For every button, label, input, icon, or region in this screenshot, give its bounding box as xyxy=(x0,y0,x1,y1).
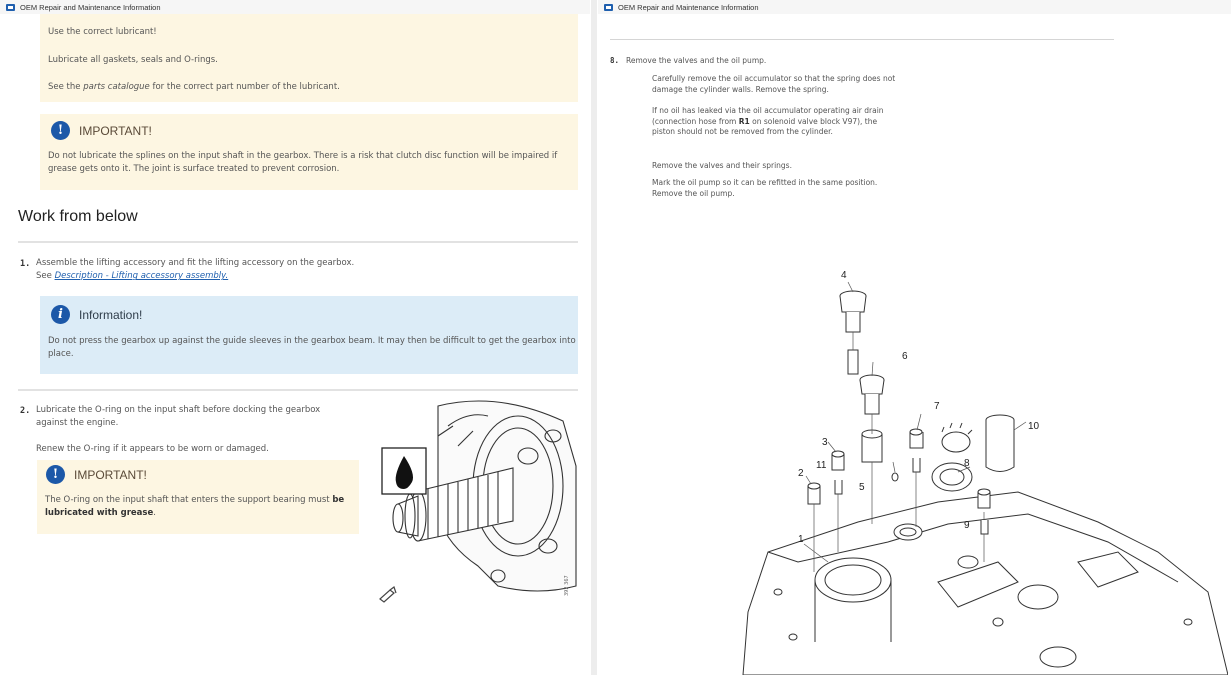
step-divider xyxy=(610,39,1114,40)
callout-8: 8 xyxy=(964,458,970,469)
right-titlebar: OEM Repair and Maintenance Information xyxy=(598,0,1231,14)
step-1-number: 1. xyxy=(20,259,31,269)
information-text: Do not press the gearbox up against the … xyxy=(48,336,576,360)
important-notice-1: ! IMPORTANT! Do not lubricate the spline… xyxy=(40,114,578,190)
lubricant-line-2: Lubricate all gaskets, seals and O-rings… xyxy=(48,55,218,65)
callout-4: 4 xyxy=(841,270,847,281)
callout-6: 6 xyxy=(902,351,908,362)
section-heading: Work from below xyxy=(18,208,138,225)
right-document-window: OEM Repair and Maintenance Information 8… xyxy=(598,0,1231,675)
valve-oil-pump-exploded-view: 4 6 7 10 3 11 8 2 5 9 1 xyxy=(742,270,1228,675)
step-8-paragraph-2: If no oil has leaked via the oil accumul… xyxy=(652,106,884,136)
callout-3: 3 xyxy=(822,437,828,448)
parts-catalogue-ref: parts catalogue xyxy=(83,82,150,92)
important-1-text: Do not lubricate the splines on the inpu… xyxy=(48,151,558,175)
information-notice: i Information! Do not press the gearbox … xyxy=(40,296,578,374)
important-2-title: IMPORTANT! xyxy=(74,467,147,482)
app-icon xyxy=(604,3,613,11)
step-2-text-2: Renew the O-ring if it appears to be wor… xyxy=(36,444,269,454)
section-divider xyxy=(18,241,578,243)
figure-code: 392 367 xyxy=(564,575,570,596)
app-icon xyxy=(6,3,15,11)
callout-1: 1 xyxy=(798,534,804,545)
lubricant-note-box: Use the correct lubricant! Lubricate all… xyxy=(40,14,578,102)
callout-5: 5 xyxy=(859,482,865,493)
input-shaft-illustration: 392 367 xyxy=(379,400,577,603)
step-2-text-1: Lubricate the O-ring on the input shaft … xyxy=(36,405,321,429)
information-title: Information! xyxy=(79,307,143,322)
pane-divider xyxy=(591,0,597,675)
callout-11: 11 xyxy=(816,460,827,471)
important-1-title: IMPORTANT! xyxy=(79,123,152,138)
step-8-title: Remove the valves and the oil pump. xyxy=(626,56,767,65)
left-window-title: OEM Repair and Maintenance Information xyxy=(20,2,161,12)
lubricant-line-3: See the parts catalogue for the correct … xyxy=(48,82,340,92)
left-titlebar: OEM Repair and Maintenance Information xyxy=(0,0,590,14)
info-icon: i xyxy=(51,305,70,324)
step-1-text: Assemble the lifting accessory and fit t… xyxy=(36,258,355,282)
step-2-number: 2. xyxy=(20,406,31,416)
step-divider xyxy=(18,389,578,391)
step-8-paragraph-4: Mark the oil pump so it can be refitted … xyxy=(652,178,878,198)
step-8-number: 8. xyxy=(610,56,620,65)
arrow-icon xyxy=(379,586,397,603)
right-window-title: OEM Repair and Maintenance Information xyxy=(618,2,759,12)
exclamation-icon: ! xyxy=(51,121,70,140)
important-2-text: The O-ring on the input shaft that enter… xyxy=(45,495,345,519)
important-notice-2: ! IMPORTANT! The O-ring on the input sha… xyxy=(37,460,359,534)
step-8-paragraph-3: Remove the valves and their springs. xyxy=(652,161,792,170)
lifting-accessory-link[interactable]: Description - Lifting accessory assembly… xyxy=(55,271,229,281)
step-8-paragraph-1: Carefully remove the oil accumulator so … xyxy=(652,74,896,94)
left-document-window: OEM Repair and Maintenance Information U… xyxy=(0,0,590,675)
callout-9: 9 xyxy=(964,520,970,531)
callout-7: 7 xyxy=(934,401,940,412)
callout-2: 2 xyxy=(798,468,804,479)
exclamation-icon: ! xyxy=(46,465,65,484)
callout-10: 10 xyxy=(1028,421,1040,432)
lubricant-line-1: Use the correct lubricant! xyxy=(48,27,157,37)
